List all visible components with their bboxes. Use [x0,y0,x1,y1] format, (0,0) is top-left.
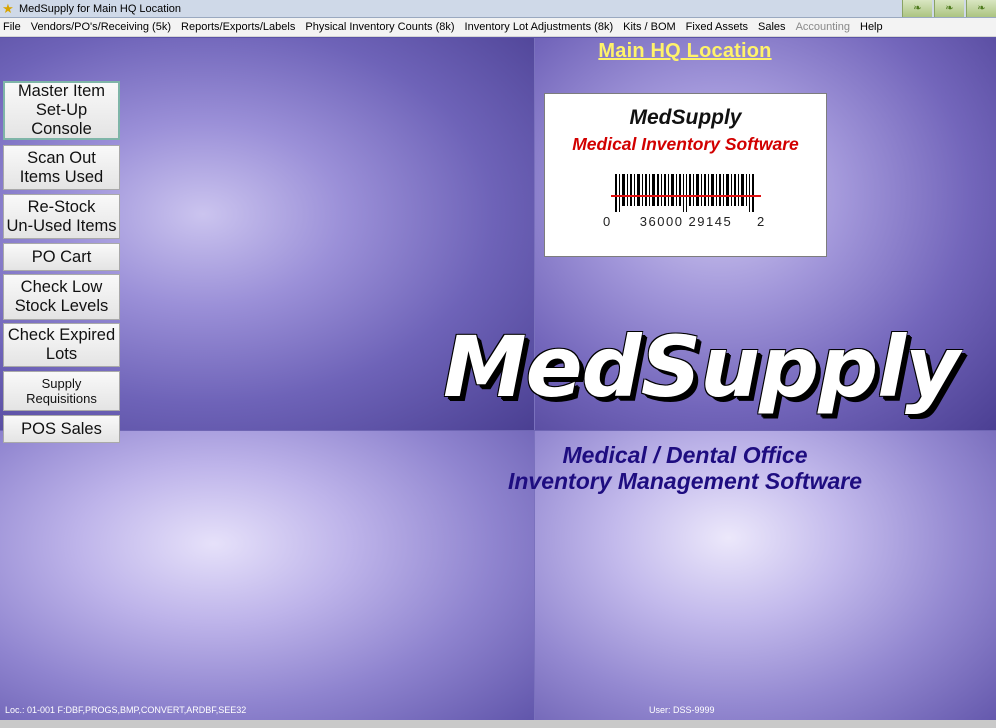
supply-requisitions-button[interactable]: Supply Requisitions [3,371,120,411]
menu-accounting: Accounting [795,20,850,33]
bottom-strip [0,720,996,728]
star-icon[interactable]: ★ [1,1,15,16]
barcode-digit-right: 2 [757,214,765,229]
menu-physical-inventory-counts[interactable]: Physical Inventory Counts (8k) [300,18,459,36]
menu-inventory-lot-adjustments[interactable]: Inventory Lot Adjustments (8k) [460,18,619,36]
barcode-number: 36000 29145 [639,214,733,229]
status-location: Loc.: 01-001 F:DBF,PROGS,BMP,CONVERT,ARD… [5,705,247,715]
status-user: User: DSS-9999 [649,705,715,715]
tagline-line-1: Medical / Dental Office [562,442,808,468]
barcode-digit-left: 0 [603,214,611,229]
location-title[interactable]: Main HQ Location [555,40,815,63]
window-title: MedSupply for Main HQ Location [19,2,182,15]
logo-subtitle: Medical Inventory Software [572,134,799,154]
leaf-icon[interactable]: ❧ [966,0,996,17]
menu-sales[interactable]: Sales [753,18,791,36]
main-desktop: Master Item Set-Up Console Scan Out Item… [0,38,996,728]
leaf-icon[interactable]: ❧ [934,0,964,17]
master-item-setup-console-button[interactable]: Master Item Set-Up Console [3,81,120,140]
check-expired-lots-button[interactable]: Check Expired Lots [3,323,120,367]
barcode-icon [615,174,754,212]
menu-kits-bom[interactable]: Kits / BOM [618,18,681,36]
scan-out-items-used-button[interactable]: Scan Out Items Used [3,145,120,190]
menu-fixed-assets[interactable]: Fixed Assets [681,18,753,36]
po-cart-button[interactable]: PO Cart [3,243,120,271]
logo-brand: MedSupply [629,106,742,129]
check-low-stock-levels-button[interactable]: Check Low Stock Levels [3,274,120,320]
panel-divider [0,430,996,431]
taskbar-tiles: ❧ ❧ ❧ [902,0,996,17]
restock-unused-items-button[interactable]: Re-Stock Un-Used Items [3,194,120,239]
background-panel [0,431,534,728]
barcode-scan-line [611,195,761,197]
app-logo-text: MedSupply [443,318,960,416]
logo-box: MedSupply Medical Inventory Software 0 3… [544,93,827,257]
tagline-line-2: Inventory Management Software [507,468,863,494]
menu-help[interactable]: Help [855,18,888,36]
menu-bar: File Vendors/PO's/Receiving (5k) Reports… [0,18,996,37]
menu-reports-exports-labels[interactable]: Reports/Exports/Labels [176,18,300,36]
leaf-icon[interactable]: ❧ [902,0,932,17]
pos-sales-button[interactable]: POS Sales [3,415,120,443]
menu-vendors-pos-receiving[interactable]: Vendors/PO's/Receiving (5k) [26,18,176,36]
menu-file[interactable]: File [0,18,26,36]
title-bar: ★ MedSupply for Main HQ Location ❧ ❧ ❧ [0,0,996,18]
